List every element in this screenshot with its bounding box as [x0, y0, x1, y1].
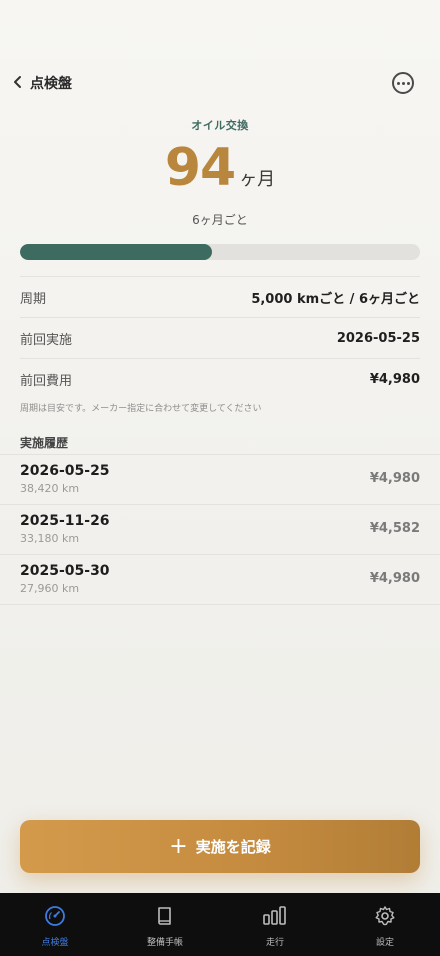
remaining-display: 94 ヶ月 — [0, 138, 440, 198]
history-km: 33,180 km — [20, 532, 80, 545]
progress-fill — [20, 244, 212, 260]
history-item[interactable]: 2025-11-26 33,180 km ¥4,582 — [0, 504, 440, 554]
history-km: 38,420 km — [20, 482, 80, 495]
detail-row-last-done: 前回実施 2026-05-25 — [20, 317, 420, 358]
detail-row-last-cost: 前回費用 ¥4,980 — [20, 358, 420, 399]
plus-icon: + — [169, 833, 188, 859]
detail-row-cycle: 周期 5,000 kmごと / 6ヶ月ごと — [20, 276, 420, 317]
history-date: 2025-11-26 — [20, 513, 110, 529]
gauge-icon — [44, 905, 66, 931]
history-item[interactable]: 2025-05-30 27,960 km ¥4,980 — [0, 554, 440, 604]
gear-icon — [374, 905, 396, 931]
tab-maintenance-book[interactable]: 整備手帳 — [110, 893, 220, 956]
history-list: 2026-05-25 38,420 km ¥4,980 2025-11-26 3… — [0, 454, 440, 605]
history-date: 2025-05-30 — [20, 563, 110, 579]
detail-value: 5,000 kmごと / 6ヶ月ごと — [251, 291, 420, 307]
interval-text: 6ヶ月ごと — [192, 213, 248, 227]
item-name: オイル交換 — [191, 119, 249, 132]
record-button[interactable]: + 実施を記録 — [20, 820, 420, 873]
history-cost: ¥4,582 — [369, 521, 420, 536]
tab-settings[interactable]: 設定 — [330, 893, 440, 956]
details-list: 周期 5,000 kmごと / 6ヶ月ごと 前回実施 2026-05-25 前回… — [20, 276, 420, 399]
book-icon — [154, 905, 176, 931]
tab-dashboard[interactable]: 点検盤 — [0, 893, 110, 956]
chevron-left-icon — [12, 74, 24, 93]
remaining-value: 94 — [164, 138, 236, 198]
detail-value: 2026-05-25 — [336, 330, 420, 346]
detail-label: 前回費用 — [20, 373, 73, 389]
history-km: 27,960 km — [20, 582, 80, 595]
tab-driving[interactable]: 走行 — [220, 893, 330, 956]
bars-icon — [262, 905, 288, 931]
detail-label: 周期 — [20, 291, 47, 307]
history-item[interactable]: 2026-05-25 38,420 km ¥4,980 — [0, 454, 440, 504]
tab-label: 走行 — [265, 938, 284, 948]
detail-value: ¥4,980 — [369, 371, 420, 387]
tab-label: 設定 — [375, 938, 394, 948]
back-label: 点検盤 — [30, 76, 72, 92]
nav-bar: 点検盤 — [0, 70, 440, 100]
history-cost: ¥4,980 — [369, 571, 420, 586]
divider — [0, 604, 440, 605]
history-date: 2026-05-25 — [20, 463, 110, 479]
tab-label: 点検盤 — [41, 938, 69, 948]
back-button[interactable]: 点検盤 — [12, 73, 72, 93]
history-cost: ¥4,980 — [369, 471, 420, 486]
record-button-label: 実施を記録 — [195, 838, 271, 856]
remaining-unit: ヶ月 — [239, 169, 276, 190]
cycle-note: 周期は目安です。メーカー指定に合わせて変更してください — [20, 404, 262, 414]
tab-label: 整備手帳 — [146, 938, 183, 948]
more-options-icon[interactable] — [392, 72, 414, 94]
detail-label: 前回実施 — [20, 332, 73, 348]
tab-bar: 点検盤 整備手帳 走行 設定 — [0, 893, 440, 956]
history-title: 実施履歴 — [20, 436, 69, 450]
progress-bar — [20, 244, 420, 260]
